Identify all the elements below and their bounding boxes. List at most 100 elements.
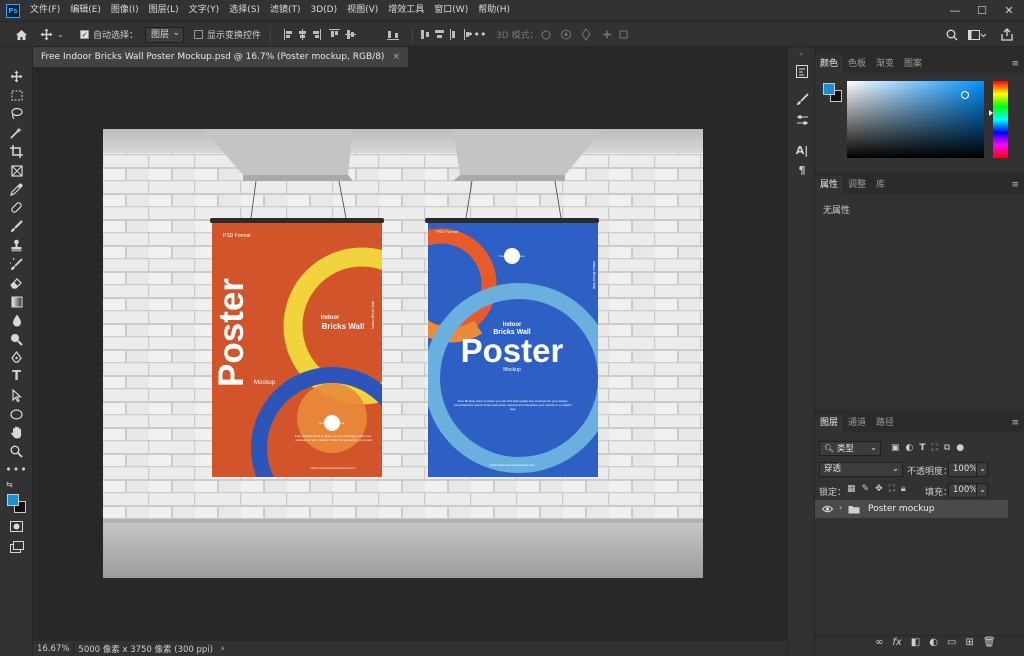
document-canvas[interactable]: PSD Format Poster Mockup Indoor Bricks W…	[103, 129, 703, 578]
dock-grip-icon[interactable]: »	[791, 52, 811, 58]
tab-patterns[interactable]: 图案	[899, 55, 927, 73]
tab-channels[interactable]: 通道	[843, 414, 871, 432]
distribute-icon[interactable]	[386, 22, 400, 47]
layer-row[interactable]: › Poster mockup	[815, 500, 1008, 518]
hand-tool-icon[interactable]	[6, 424, 27, 441]
link-icon[interactable]: ∞	[875, 637, 883, 648]
crop-tool-icon[interactable]	[6, 143, 27, 160]
history-panel-icon[interactable]	[795, 64, 809, 78]
close-button[interactable]: ✕	[995, 0, 1023, 21]
menu-view[interactable]: 视图(V)	[342, 0, 383, 21]
tab-gradients[interactable]: 渐变	[871, 55, 899, 73]
tab-swatches[interactable]: 色板	[843, 55, 871, 73]
edit-toolbar-icon[interactable]: •••	[5, 461, 27, 478]
status-arrow-icon[interactable]: ›	[217, 644, 228, 654]
document-tab[interactable]: Free Indoor Bricks Wall Poster Mockup.ps…	[33, 47, 408, 67]
filter-pixel-icon[interactable]: ▣	[891, 443, 900, 453]
fx-icon[interactable]: fx	[892, 637, 901, 648]
color-picker-cursor[interactable]	[961, 91, 969, 99]
more-options-button[interactable]: •••	[467, 22, 486, 47]
character-panel-icon[interactable]: A|	[795, 143, 809, 157]
lock-image-icon[interactable]: ✎	[862, 484, 870, 494]
tab-layers[interactable]: 图层	[815, 414, 844, 432]
tab-adjustments[interactable]: 调整	[843, 176, 871, 194]
show-transform-checkbox[interactable]	[194, 30, 203, 39]
filter-shape-icon[interactable]: ⛶	[932, 443, 938, 453]
expand-group-icon[interactable]: ›	[839, 503, 842, 512]
hue-slider-handle[interactable]	[989, 110, 993, 116]
menu-filter[interactable]: 滤镜(T)	[265, 0, 306, 21]
menu-window[interactable]: 窗口(W)	[429, 0, 473, 21]
clone-stamp-tool-icon[interactable]	[6, 237, 27, 254]
ellipse-tool-icon[interactable]	[6, 406, 27, 423]
healing-brush-tool-icon[interactable]	[6, 199, 27, 216]
layer-filter-dropdown[interactable]: 🔍︎ 类型 ⌄	[819, 441, 881, 456]
auto-select-target-dropdown[interactable]: 图层	[145, 26, 185, 43]
minimize-button[interactable]: —	[941, 0, 969, 21]
swap-colors-icon[interactable]: ⇆	[6, 480, 28, 490]
layer-name[interactable]: Poster mockup	[868, 504, 935, 514]
dodge-tool-icon[interactable]	[6, 331, 27, 348]
menu-file[interactable]: 文件(F)	[25, 0, 65, 21]
lock-artboard-icon[interactable]: ⛶	[889, 484, 895, 494]
home-icon[interactable]	[15, 22, 28, 47]
move-tool-icon[interactable]	[6, 68, 27, 85]
canvas-area[interactable]: PSD Format Poster Mockup Indoor Bricks W…	[33, 67, 787, 641]
adjustments-panel-icon[interactable]	[795, 113, 809, 127]
tab-libraries[interactable]: 库	[871, 176, 890, 194]
path-selection-tool-icon[interactable]	[6, 387, 27, 404]
move-tool-preset[interactable]: ⌄	[40, 22, 64, 47]
menu-edit[interactable]: 编辑(E)	[65, 0, 106, 21]
filter-toggle-icon[interactable]: ●	[956, 443, 964, 453]
zoom-tool-icon[interactable]	[6, 443, 27, 460]
workspace-icon[interactable]	[968, 22, 986, 47]
tab-properties[interactable]: 属性	[815, 176, 844, 194]
gradient-tool-icon[interactable]	[6, 293, 27, 310]
eyedropper-tool-icon[interactable]	[6, 181, 27, 198]
menu-layer[interactable]: 图层(L)	[144, 0, 184, 21]
quick-mask-icon[interactable]	[6, 518, 27, 535]
history-brush-tool-icon[interactable]	[6, 256, 27, 273]
menu-image[interactable]: 图像(I)	[106, 0, 144, 21]
tab-color[interactable]: 颜色	[815, 55, 844, 73]
fill-chevron-icon[interactable]: ⌄	[976, 483, 988, 498]
menu-type[interactable]: 文字(Y)	[184, 0, 225, 21]
foreground-color-swatch[interactable]	[7, 494, 19, 506]
filter-adjustment-icon[interactable]: ◐	[906, 443, 914, 453]
brush-settings-panel-icon[interactable]	[795, 92, 809, 106]
menu-3d[interactable]: 3D(D)	[305, 0, 342, 21]
lock-position-icon[interactable]: ✥	[875, 484, 883, 494]
blur-tool-icon[interactable]	[6, 312, 27, 329]
group-icon[interactable]: ▭	[947, 637, 956, 648]
brush-tool-icon[interactable]	[6, 218, 27, 235]
mask-icon[interactable]: ◧	[911, 637, 920, 648]
maximize-button[interactable]: ☐	[968, 0, 996, 21]
lasso-tool-icon[interactable]	[6, 105, 27, 122]
color-panel-foreground-swatch[interactable]	[823, 83, 835, 95]
new-layer-icon[interactable]: ⊞	[965, 637, 973, 648]
eraser-tool-icon[interactable]	[6, 274, 27, 291]
frame-tool-icon[interactable]	[6, 162, 27, 179]
panel-menu-icon[interactable]: ≡	[1011, 180, 1019, 190]
lock-transparent-icon[interactable]: ▦	[847, 484, 856, 494]
blend-mode-dropdown[interactable]: 穿透 ⌄	[819, 462, 903, 477]
share-icon[interactable]	[1001, 22, 1013, 47]
zoom-level[interactable]: 16.67%	[33, 644, 73, 654]
pen-tool-icon[interactable]	[6, 349, 27, 366]
type-tool-icon[interactable]: T	[6, 368, 27, 385]
paragraph-panel-icon[interactable]: ¶	[795, 163, 809, 177]
auto-select-checkbox[interactable]: ✓	[80, 30, 89, 39]
filter-type-icon[interactable]: T	[919, 443, 925, 453]
hue-slider[interactable]	[993, 81, 1008, 158]
adjustment-icon[interactable]: ◐	[929, 637, 938, 648]
panel-menu-icon[interactable]: ≡	[1011, 418, 1019, 428]
trash-icon[interactable]: 🗑	[983, 637, 996, 648]
menu-plugins[interactable]: 增效工具	[383, 0, 429, 21]
screen-mode-icon[interactable]	[6, 538, 27, 555]
magic-wand-tool-icon[interactable]	[6, 124, 27, 141]
panel-menu-icon[interactable]: ≡	[1011, 59, 1019, 69]
filter-smart-object-icon[interactable]: ⧉	[944, 443, 950, 453]
marquee-tool-icon[interactable]	[6, 87, 27, 104]
lock-all-icon[interactable]: 🔒︎	[901, 484, 906, 494]
menu-help[interactable]: 帮助(H)	[473, 0, 515, 21]
